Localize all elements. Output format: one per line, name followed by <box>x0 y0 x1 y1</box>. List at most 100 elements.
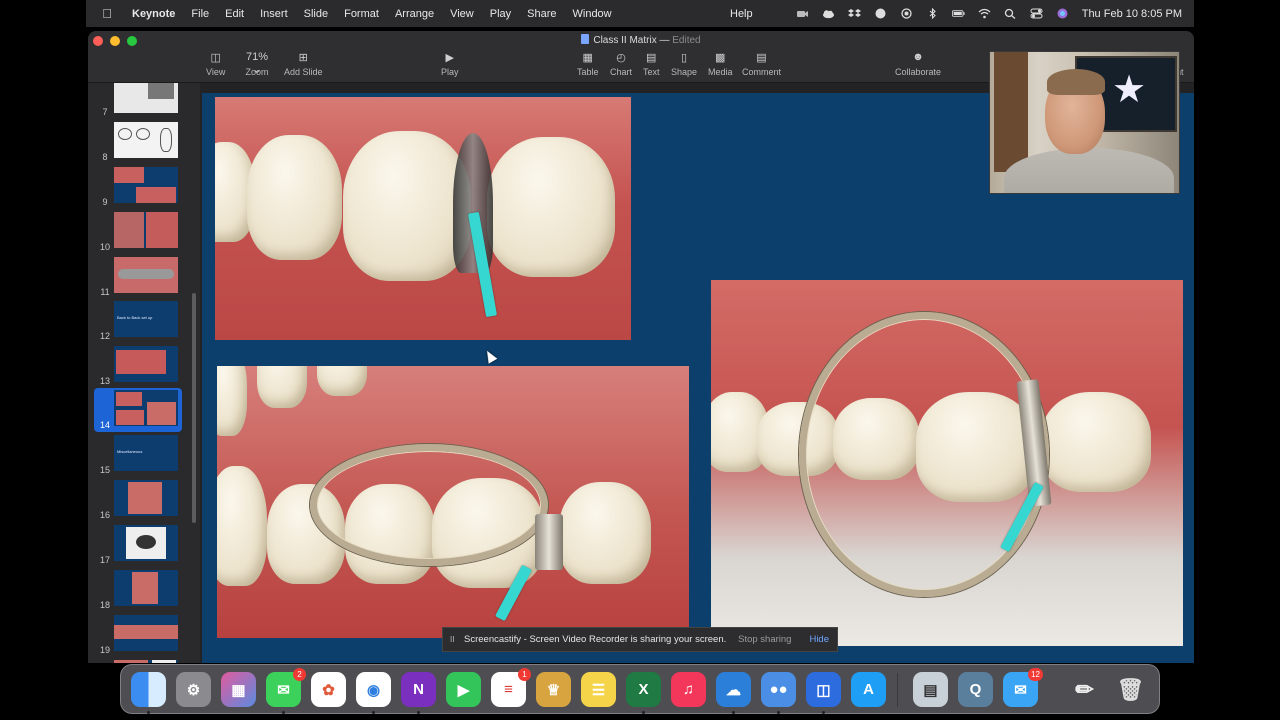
slide-thumbnail-9[interactable]: 9 <box>88 165 200 209</box>
zoom-value-text: 71% <box>245 51 269 63</box>
menu-play[interactable]: Play <box>490 8 511 20</box>
photos-icon[interactable]: ✿ <box>311 672 346 707</box>
dropbox-icon[interactable] <box>847 8 861 19</box>
slide-thumbnail-13[interactable]: 13 <box>88 344 200 388</box>
apple-menu-icon[interactable]:  <box>100 6 114 21</box>
onedrive-icon[interactable]: ☁ <box>716 672 751 714</box>
slide-preview <box>114 346 178 382</box>
finder-icon[interactable] <box>131 672 166 714</box>
tooth <box>343 131 471 281</box>
menu-share[interactable]: Share <box>527 8 556 20</box>
slide-image-ring-side[interactable] <box>217 366 689 638</box>
control-center-icon[interactable] <box>1030 8 1043 19</box>
slide-preview: Miscellaneous <box>114 435 178 471</box>
slide-thumbnail-10[interactable]: 10 <box>88 210 200 254</box>
play-button[interactable]: ▶ Play <box>441 51 459 77</box>
script-editor-icon[interactable]: ♕ <box>536 672 571 707</box>
keynote-icon[interactable]: ◫ <box>806 672 841 714</box>
slide-thumbnail-16[interactable]: 16 <box>88 478 200 522</box>
text-label: Text <box>643 67 660 77</box>
slide-thumbnail-7[interactable]: 7 <box>88 83 200 119</box>
slide-thumbnail-17[interactable]: 17 <box>88 523 200 567</box>
menu-insert[interactable]: Insert <box>260 8 288 20</box>
slide-image-matrix-band[interactable] <box>215 97 631 340</box>
collaborate-button[interactable]: ☻ Collaborate <box>895 51 941 77</box>
menu-clock[interactable]: Thu Feb 10 8:05 PM <box>1082 8 1182 20</box>
play-icon: ▶ <box>445 52 454 64</box>
slide-number: 11 <box>100 287 110 297</box>
chat-icon[interactable] <box>874 8 887 19</box>
slide-navigator: 7 8 9 10 11 12 Back to Back set up 13 14… <box>88 83 200 663</box>
view-button[interactable]: ◫ View <box>206 51 225 77</box>
battery-icon[interactable] <box>951 8 965 19</box>
media-button[interactable]: ▩ Media <box>708 51 733 77</box>
zoom-control[interactable]: 71% ⌄ Zoom <box>240 51 274 77</box>
menu-file[interactable]: File <box>191 8 209 20</box>
slide-preview <box>114 390 178 426</box>
preview-ring <box>136 128 150 140</box>
slide-number: 14 <box>99 420 110 430</box>
chart-button[interactable]: ◴ Chart <box>610 51 632 77</box>
menu-arrange[interactable]: Arrange <box>395 8 434 20</box>
mail-icon[interactable]: ✉ 12 <box>1003 668 1043 707</box>
comment-label: Comment <box>742 67 782 77</box>
quicktime-icon[interactable]: Q <box>958 672 993 707</box>
text-button[interactable]: ▤ Text <box>643 51 660 77</box>
excel-icon[interactable]: X <box>626 672 661 714</box>
spotlight-search-icon[interactable] <box>1004 8 1017 19</box>
slide-preview <box>114 83 178 113</box>
tooth <box>247 135 342 260</box>
reminders-icon[interactable]: ≡ 1 <box>491 668 531 707</box>
table-button[interactable]: ▦ Table <box>577 51 599 77</box>
slide-thumbnail-20[interactable] <box>88 658 200 663</box>
notes-icon[interactable]: ☰ <box>581 672 616 707</box>
music-icon[interactable]: ♫ <box>671 672 706 707</box>
trash-icon[interactable]: 🗑 <box>1113 672 1148 707</box>
webcam-overlay[interactable]: ★ <box>989 51 1180 194</box>
menu-edit[interactable]: Edit <box>225 8 244 20</box>
hide-button[interactable]: Hide <box>809 634 829 645</box>
add-slide-button[interactable]: ⊞ Add Slide <box>284 51 323 77</box>
system-settings-icon[interactable]: ⚙ <box>176 672 211 707</box>
menu-format[interactable]: Format <box>344 8 379 20</box>
utility-icon[interactable]: ✏ <box>1067 672 1102 707</box>
stop-sharing-button[interactable]: Stop sharing <box>738 634 791 645</box>
navigator-scrollbar[interactable] <box>192 293 196 523</box>
chrome-icon[interactable]: ◉ <box>356 672 391 714</box>
menu-view[interactable]: View <box>450 8 474 20</box>
slide-thumbnail-12[interactable]: 12 Back to Back set up <box>88 299 200 343</box>
slide-image-ring-top[interactable] <box>711 280 1183 646</box>
facetime-icon[interactable]: ▶ <box>446 672 481 707</box>
slide-thumbnail-8[interactable]: 8 <box>88 120 200 164</box>
menu-slide[interactable]: Slide <box>304 8 328 20</box>
camera-icon[interactable] <box>796 8 809 19</box>
record-icon[interactable] <box>900 8 913 19</box>
launchpad-icon[interactable]: ▦ <box>221 672 256 707</box>
bluetooth-icon[interactable] <box>926 8 939 19</box>
menu-app-name[interactable]: Keynote <box>132 8 175 20</box>
preview-ring <box>118 128 132 140</box>
onenote-icon[interactable]: N <box>401 672 436 714</box>
slide-thumbnail-19[interactable]: 19 <box>88 613 200 657</box>
tooth <box>317 366 367 396</box>
shape-button[interactable]: ▯ Shape <box>671 51 697 77</box>
wifi-icon[interactable] <box>978 8 991 19</box>
cloud-icon[interactable] <box>822 8 835 19</box>
menu-window[interactable]: Window <box>573 8 612 20</box>
app-store-icon[interactable]: A <box>851 672 886 707</box>
pause-icon[interactable]: II <box>450 635 458 644</box>
siri-icon[interactable] <box>1056 8 1069 19</box>
presenter-hair <box>1047 69 1105 95</box>
messages-badge: 2 <box>293 668 306 681</box>
preview-image <box>114 660 148 663</box>
preview-icon[interactable]: ▤ <box>913 672 948 707</box>
comment-button[interactable]: ▤ Comment <box>742 51 781 77</box>
menu-help[interactable]: Help <box>730 8 753 20</box>
slide-thumbnail-15[interactable]: 15 Miscellaneous <box>88 433 200 477</box>
teams-icon[interactable]: ●● <box>761 672 796 714</box>
collaborate-label: Collaborate <box>895 67 942 77</box>
messages-icon[interactable]: ✉ 2 <box>266 668 306 714</box>
slide-thumbnail-14[interactable]: 14 <box>94 388 182 432</box>
slide-thumbnail-18[interactable]: 18 <box>88 568 200 612</box>
slide-thumbnail-11[interactable]: 11 <box>88 255 200 299</box>
